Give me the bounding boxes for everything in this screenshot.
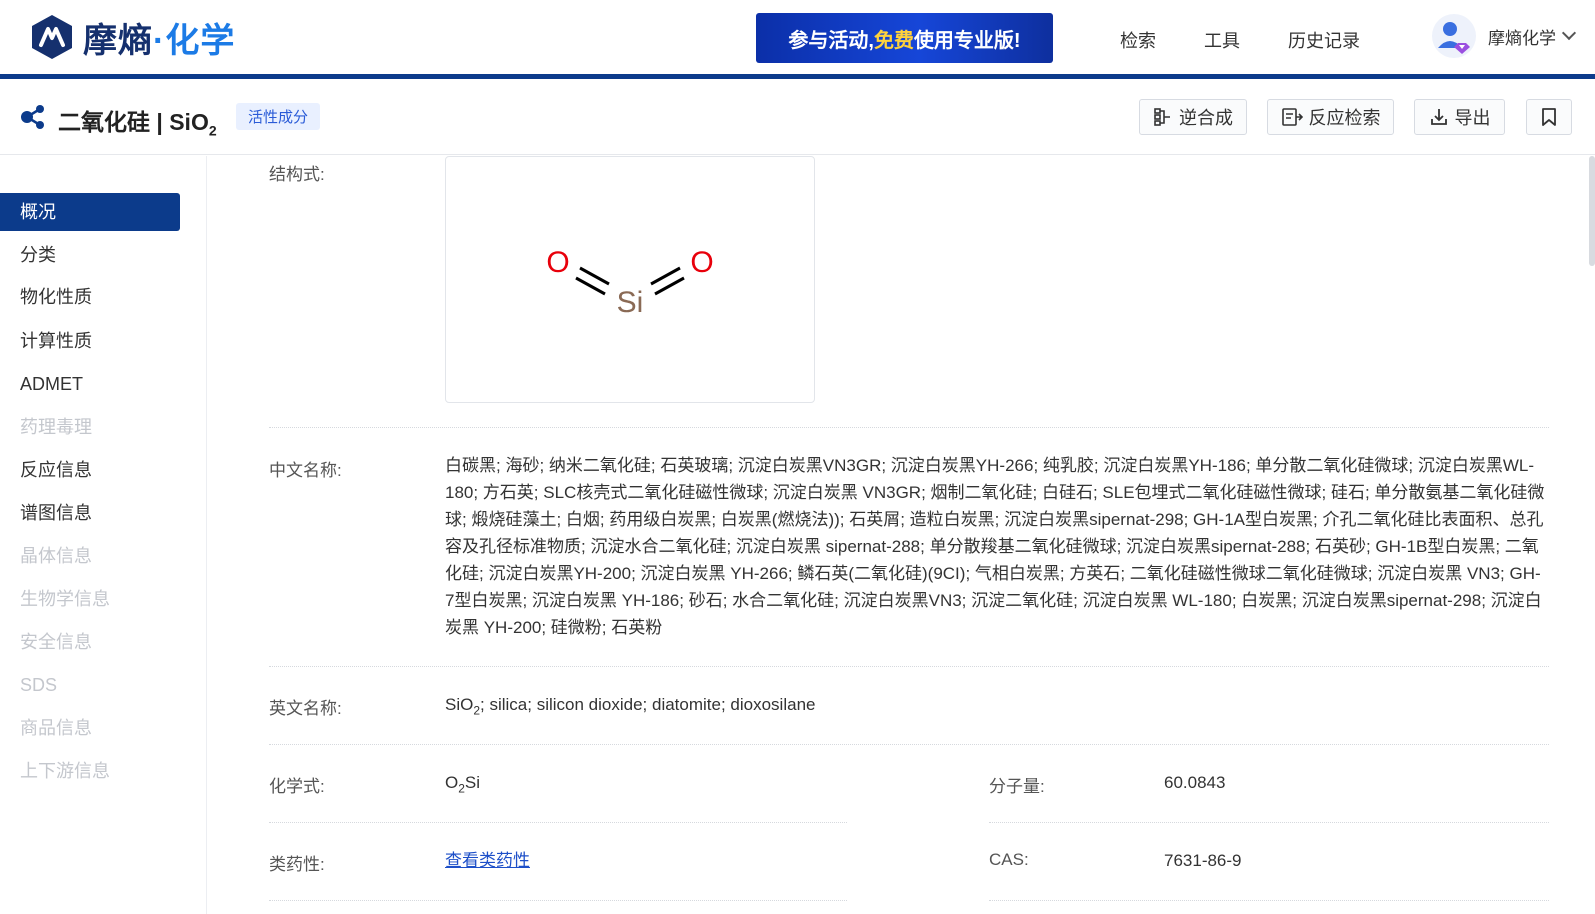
structure-image: O O Si: [445, 156, 815, 403]
cas-value: 7631-86-9: [1164, 851, 1242, 870]
user-name: 摩熵化学: [1488, 28, 1556, 48]
atom-o-right: O: [690, 246, 713, 279]
avatar: [1432, 14, 1476, 58]
formula-label: 化学式:: [269, 777, 325, 796]
sidebar: 概况 分类 物化性质 计算性质 ADMET 药理毒理 反应信息 谱图信息 晶体信…: [0, 156, 207, 914]
logo-icon: [32, 15, 72, 59]
nav-search[interactable]: 检索: [1120, 27, 1156, 53]
divider: [269, 900, 847, 901]
divider: [269, 744, 1549, 745]
bookmark-button[interactable]: [1526, 99, 1572, 135]
divider: [989, 822, 1549, 823]
reaction-search-label: 反应检索: [1308, 108, 1381, 128]
sidebar-item-reactions[interactable]: 反应信息: [0, 451, 180, 489]
en-name-label: 英文名称:: [269, 699, 342, 718]
structure-diagram: O O Si: [546, 246, 713, 319]
mw-value: 60.0843: [1164, 773, 1226, 792]
sidebar-item-pharmacology: 药理毒理: [20, 417, 92, 437]
top-bar: 摩熵·化学 参与活动, 免费 使用专业版! 检索 工具 历史记录 摩熵化学: [0, 0, 1595, 74]
divider: [269, 666, 1549, 667]
structure-label: 结构式:: [269, 165, 325, 184]
sidebar-item-supply-chain: 上下游信息: [20, 761, 110, 781]
formula-value: O2Si: [445, 773, 481, 796]
cn-name-label: 中文名称:: [269, 461, 342, 480]
divider: [989, 900, 1549, 901]
cas-label: CAS:: [989, 850, 1029, 869]
druglike-link[interactable]: 查看类药性: [445, 847, 530, 874]
compound-header: 二氧化硅 | SiO2 活性成分 逆合成 反应检索 导出: [0, 79, 1595, 155]
user-icon: [1438, 22, 1470, 54]
nav-history[interactable]: 历史记录: [1288, 27, 1360, 53]
druglike-label: 类药性:: [269, 855, 325, 874]
molecule-icon: [21, 105, 44, 129]
user-menu[interactable]: 摩熵化学: [1432, 14, 1577, 58]
export-label: 导出: [1454, 108, 1491, 128]
logo-text: 摩熵·化学: [83, 21, 236, 60]
scrollbar[interactable]: [1589, 156, 1595, 266]
atom-si: Si: [617, 286, 644, 319]
overview-panel: 结构式: O O Si 中文名称: 白碳黑; 海砂; 纳米二氧化硅; 石英玻璃;…: [207, 156, 1595, 914]
atom-o-left: O: [546, 246, 569, 279]
promo-banner[interactable]: 参与活动, 免费 使用专业版!: [756, 13, 1053, 63]
retrosynthesis-button[interactable]: 逆合成: [1139, 99, 1247, 135]
logo[interactable]: 摩熵·化学: [29, 12, 235, 62]
category-tag: 活性成分: [236, 103, 321, 130]
reaction-search-icon: [1281, 108, 1303, 126]
sidebar-item-computed[interactable]: 计算性质: [0, 322, 180, 360]
divider: [269, 427, 1549, 428]
export-button[interactable]: 导出: [1414, 99, 1505, 135]
sidebar-item-spectra[interactable]: 谱图信息: [0, 494, 180, 532]
mw-label: 分子量:: [989, 777, 1045, 796]
nav-tools[interactable]: 工具: [1204, 27, 1240, 53]
divider: [269, 822, 847, 823]
reaction-search-button[interactable]: 反应检索: [1267, 99, 1394, 135]
sidebar-item-classification[interactable]: 分类: [0, 236, 180, 274]
sidebar-item-physchem[interactable]: 物化性质: [0, 278, 180, 316]
sidebar-item-biology: 生物学信息: [20, 589, 110, 609]
retrosynthesis-icon: [1154, 108, 1170, 126]
sidebar-item-overview[interactable]: 概况: [0, 193, 180, 231]
sidebar-item-products: 商品信息: [20, 718, 92, 738]
sidebar-item-crystal: 晶体信息: [20, 546, 92, 566]
sidebar-item-admet[interactable]: ADMET: [0, 365, 180, 403]
sidebar-item-safety: 安全信息: [20, 632, 92, 652]
download-icon: [1430, 109, 1447, 125]
page-title: 二氧化硅 | SiO2: [58, 109, 217, 139]
bookmark-icon: [1542, 108, 1556, 126]
sidebar-item-sds: SDS: [20, 675, 58, 695]
cn-name-value: 白碳黑; 海砂; 纳米二氧化硅; 石英玻璃; 沉淀白炭黑VN3GR; 沉淀白炭黑…: [445, 456, 1545, 637]
chevron-down-icon[interactable]: [1561, 25, 1577, 41]
en-name-value: SiO2; silica; silicon dioxide; diatomite…: [445, 695, 816, 718]
retrosynthesis-label: 逆合成: [1179, 108, 1233, 128]
